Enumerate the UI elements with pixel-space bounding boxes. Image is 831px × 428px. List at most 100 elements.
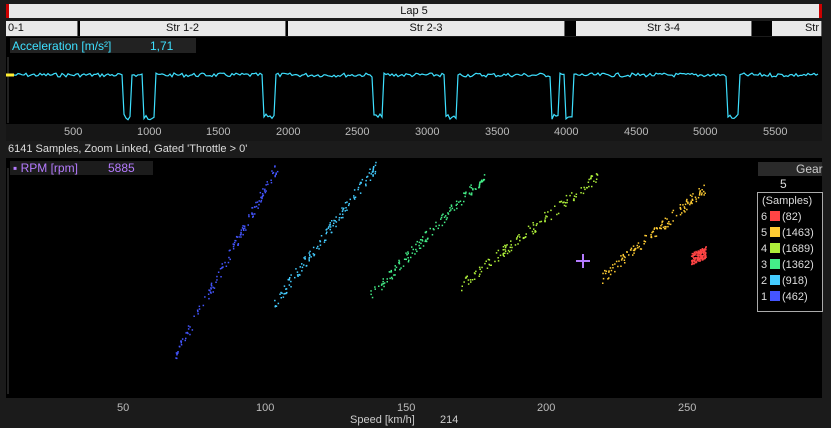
scatter-point-gear-2 [309, 250, 311, 253]
scatter-point-gear-2 [288, 284, 291, 286]
scatter-point-gear-3 [421, 239, 423, 241]
scatter-point-gear-3 [470, 194, 473, 196]
scatter-point-gear-5 [644, 240, 647, 243]
scatter-point-gear-3 [446, 217, 448, 219]
scatter-point-gear-6 [704, 248, 707, 251]
scatter-point-gear-2 [357, 188, 359, 191]
scatter-point-gear-1 [255, 205, 258, 208]
scatter-point-gear-5 [602, 282, 604, 284]
scatter-point-gear-6 [691, 252, 694, 255]
scatter-point-gear-3 [424, 231, 427, 234]
scatter-point-gear-3 [443, 216, 446, 218]
segment-4[interactable]: Str [772, 21, 822, 36]
scatter-point-gear-6 [691, 263, 693, 266]
scatter-point-gear-4 [536, 223, 538, 225]
scatter-point-gear-3 [393, 274, 395, 276]
scatter-point-gear-3 [374, 286, 376, 288]
scatter-point-gear-4 [504, 246, 507, 249]
scatter-point-gear-1 [266, 181, 268, 183]
scatter-point-gear-2 [342, 213, 344, 216]
scatter-point-gear-1 [210, 288, 212, 290]
scatter-point-gear-1 [217, 271, 220, 273]
segment-0[interactable]: 0-1 [6, 21, 78, 36]
scatter-point-gear-1 [243, 225, 246, 227]
scatter-point-gear-2 [331, 231, 333, 234]
scatter-point-gear-3 [405, 258, 407, 261]
scatter-point-gear-2 [283, 293, 285, 295]
scatter-point-gear-6 [699, 249, 702, 251]
scatter-point-gear-3 [460, 204, 463, 206]
scatter-point-gear-3 [407, 252, 409, 255]
scatter-point-gear-1 [243, 229, 245, 231]
scatter-point-gear-4 [558, 201, 561, 203]
scatter-point-gear-5 [675, 214, 678, 217]
rpm-speed-scatter[interactable] [6, 158, 822, 398]
scatter-point-gear-2 [308, 258, 310, 260]
scatter-point-gear-4 [565, 205, 567, 207]
legend-swatch [770, 291, 780, 301]
scatter-point-gear-4 [545, 215, 547, 217]
scatter-point-gear-1 [185, 337, 187, 340]
lap-bar[interactable]: Lap 5 [6, 4, 822, 18]
scatter-point-gear-5 [701, 192, 703, 194]
scatter-point-gear-4 [550, 218, 553, 221]
scatter-point-gear-4 [539, 221, 541, 223]
scatter-point-gear-1 [189, 333, 191, 336]
scatter-point-gear-5 [645, 235, 647, 237]
gear-legend: (Samples) 6 (82) 5 (1463) 4 (1689) 3 (1362) 2 (91… [757, 192, 823, 312]
scatter-point-gear-5 [609, 267, 612, 269]
segment-1[interactable]: Str 1-2 [80, 21, 286, 36]
scatter-point-gear-4 [544, 211, 546, 214]
scatter-point-gear-4 [575, 196, 577, 198]
scatter-point-gear-3 [414, 253, 416, 255]
scatter-point-gear-4 [575, 193, 578, 195]
speed-axis-label: Speed [km/h] [350, 414, 415, 426]
scatter-point-gear-6 [697, 256, 699, 259]
scatter-point-gear-2 [301, 263, 303, 265]
scatter-point-gear-2 [374, 172, 376, 175]
scatter-point-gear-1 [175, 357, 177, 359]
scatter-point-gear-3 [411, 252, 414, 254]
scatter-point-gear-1 [239, 234, 242, 236]
scatter-point-gear-5 [692, 193, 694, 195]
scatter-point-gear-5 [668, 221, 670, 223]
scatter-point-gear-3 [411, 246, 413, 248]
scatter-point-gear-1 [193, 315, 195, 317]
segment-3[interactable]: Str 3-4 [576, 21, 752, 36]
scatter-point-gear-2 [309, 254, 311, 257]
scatter-point-gear-5 [624, 256, 626, 259]
scatter-point-gear-5 [643, 243, 645, 245]
scatter-point-gear-3 [453, 209, 456, 211]
segment-2[interactable]: Str 2-3 [288, 21, 565, 36]
scatter-point-gear-2 [308, 256, 311, 259]
legend-swatch [770, 243, 780, 253]
scatter-point-gear-2 [353, 197, 355, 199]
scatter-point-gear-5 [653, 227, 656, 229]
scatter-point-gear-4 [504, 250, 507, 252]
scatter-point-gear-5 [620, 255, 622, 257]
scatter-point-gear-2 [313, 254, 315, 257]
scatter-point-gear-2 [289, 277, 291, 279]
scatter-point-gear-5 [633, 248, 636, 250]
scatter-point-gear-1 [256, 201, 259, 203]
scatter-point-gear-4 [569, 194, 571, 197]
scatter-point-gear-2 [342, 209, 344, 211]
scatter-point-gear-1 [176, 354, 178, 356]
scatter-point-gear-1 [262, 188, 264, 190]
scatter-point-gear-3 [378, 285, 380, 287]
scatter-point-gear-2 [303, 264, 305, 266]
scatter-point-gear-1 [181, 338, 184, 340]
scatter-point-gear-3 [478, 183, 481, 185]
scatter-point-gear-2 [324, 239, 326, 242]
scatter-point-gear-2 [359, 181, 362, 184]
scatter-point-gear-4 [563, 201, 565, 203]
scatter-point-gear-1 [178, 345, 181, 348]
scatter-point-gear-3 [382, 278, 384, 280]
scatter-point-gear-4 [479, 273, 481, 276]
scatter-point-gear-3 [400, 267, 402, 269]
scatter-point-gear-1 [245, 229, 247, 231]
scatter-point-gear-2 [310, 256, 312, 258]
scatter-point-gear-1 [224, 261, 226, 264]
scatter-point-gear-2 [341, 207, 343, 209]
scatter-point-gear-1 [261, 195, 264, 197]
